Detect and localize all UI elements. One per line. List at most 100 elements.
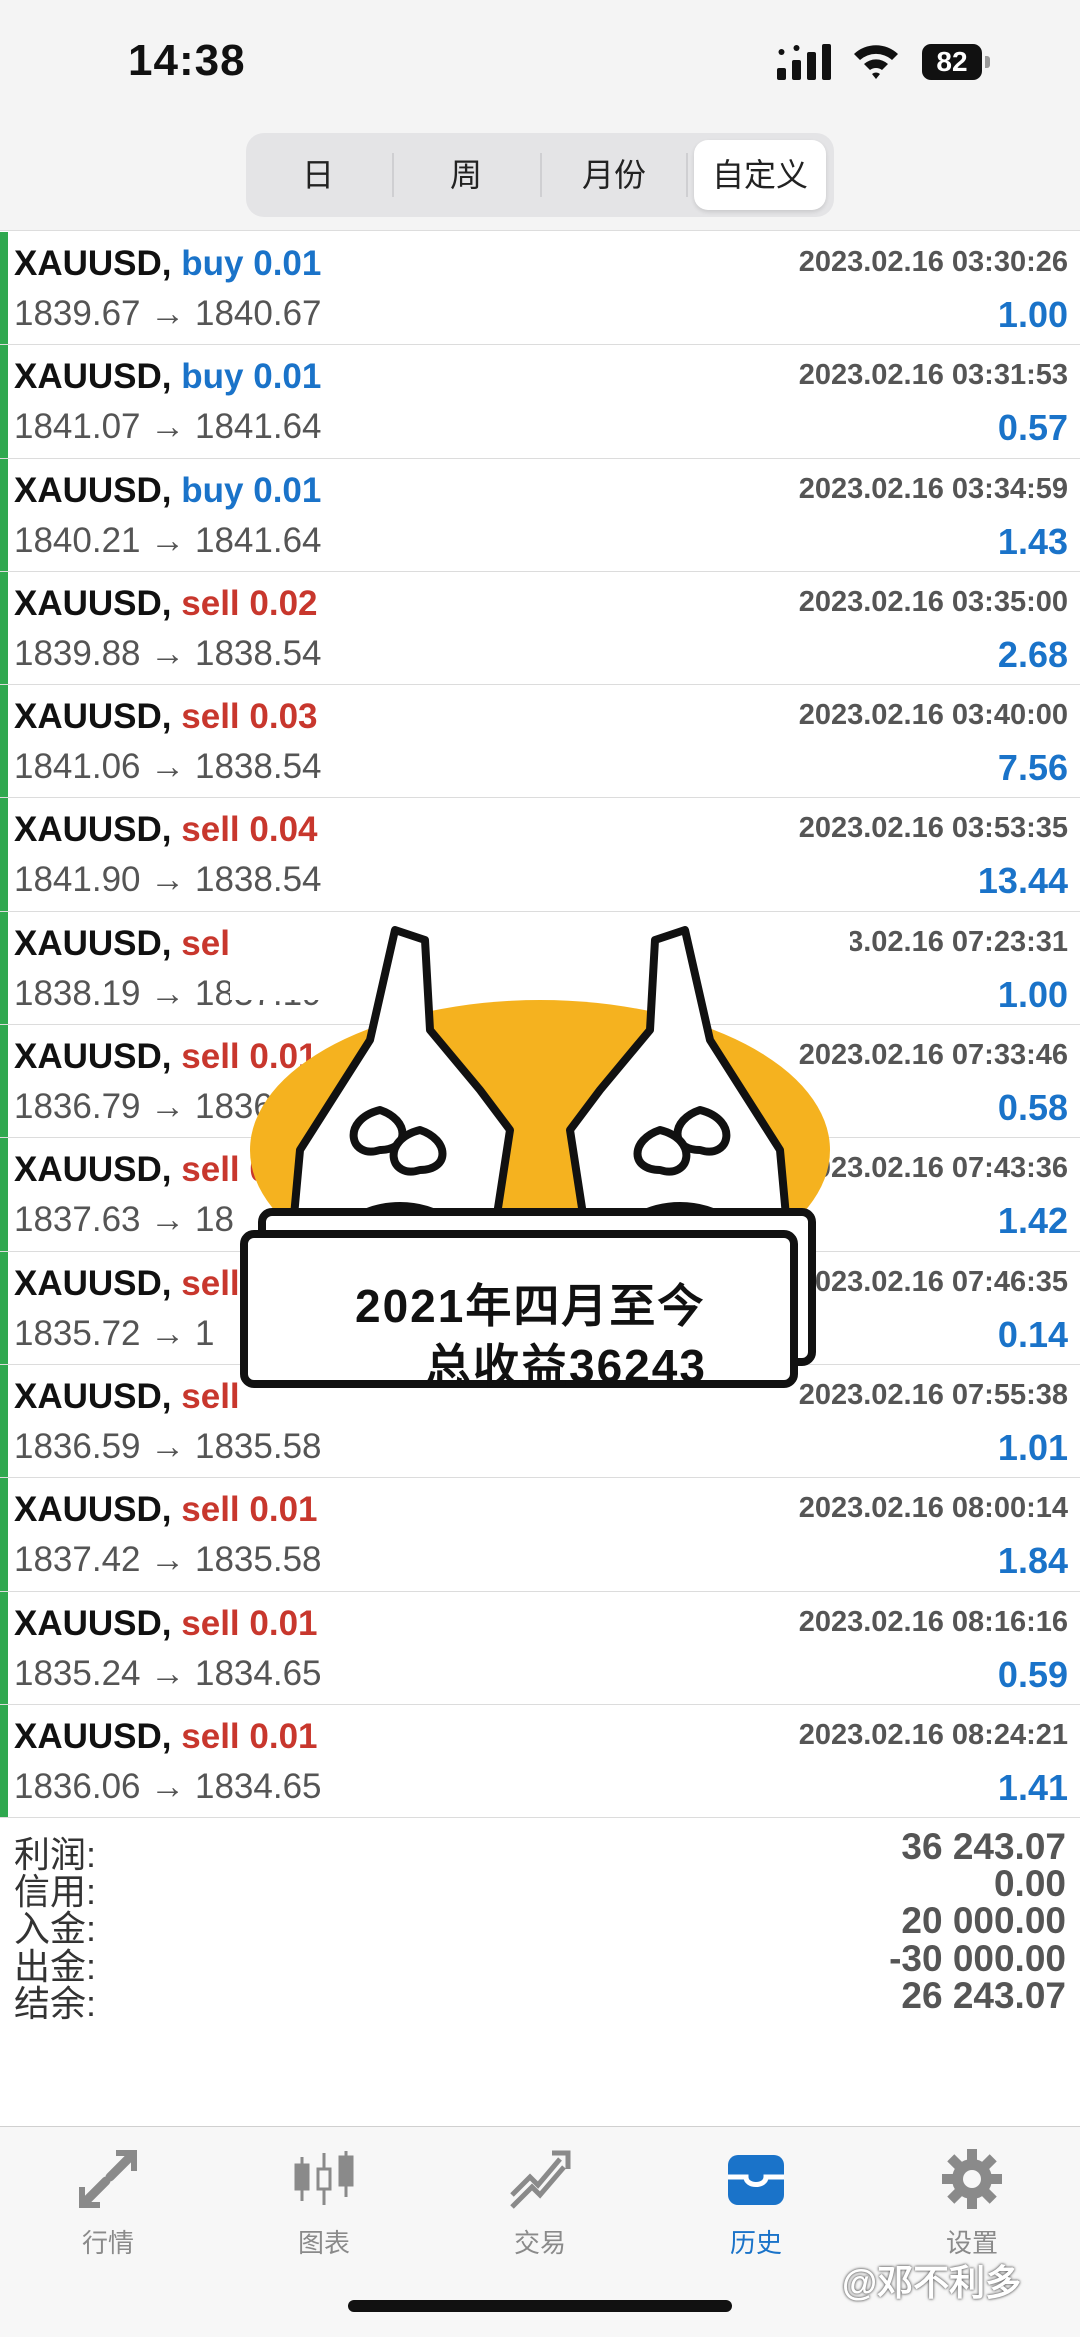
trade-profit: 13.44 — [977, 860, 1068, 902]
tab-settings[interactable]: 设置 — [892, 2147, 1052, 2258]
status-time: 14:38 — [128, 36, 246, 85]
trade-symbol: XAUUSD, — [14, 357, 172, 397]
trade-symbol: XAUUSD, — [14, 244, 172, 283]
trade-profit: 1.43 — [997, 520, 1068, 562]
trade-open-price: 1841.06 — [14, 747, 141, 787]
trade-row[interactable]: XAUUSD, buy 0.01 2023.02.16 03:31:53 1841.… — [0, 345, 1080, 459]
tab-charts-label: 图表 — [297, 2228, 350, 2258]
segment-week[interactable]: 周 — [406, 140, 526, 210]
trade-symbol: XAUUSD, — [14, 923, 172, 963]
trade-row-indicator — [0, 345, 8, 458]
history-inbox-icon — [728, 2155, 784, 2205]
summary-value: -30 000.00 — [889, 1937, 1066, 1979]
trade-open-price: 1839.88 — [14, 633, 141, 673]
sticker-caption-line1: 2021年四月至今 — [355, 1280, 706, 1332]
trade-open-price: 1841.07 — [14, 407, 141, 447]
trade-row-indicator — [0, 911, 8, 1025]
trade-prices: 1836.06 → 1834.65 — [14, 1767, 322, 1807]
trade-prices: 1837.42 → 1835.58 — [14, 1540, 322, 1580]
trade-symbol: XAUUSD, — [14, 1037, 172, 1077]
candlestick-chart-icon — [294, 2151, 354, 2205]
trade-datetime: 2023.02.16 03:30:26 — [798, 246, 1068, 278]
trade-profit: 1.00 — [997, 294, 1068, 335]
trade-datetime: 2023.02.16 03:34:59 — [798, 472, 1068, 505]
trade-symbol-line: XAUUSD, buy 0.01 — [14, 357, 321, 397]
trade-profit: 0.14 — [997, 1313, 1068, 1355]
tab-history[interactable]: 历史 — [676, 2147, 836, 2258]
trade-row-indicator — [0, 1364, 8, 1478]
trade-close-price: 1834.65 — [195, 1653, 322, 1693]
tab-charts[interactable]: 图表 — [244, 2147, 404, 2258]
trade-datetime: 2023.02.16 03:31:53 — [798, 359, 1068, 392]
trade-profit: 1.01 — [997, 1426, 1068, 1468]
trade-datetime: 2023.02.16 08:00:14 — [798, 1492, 1068, 1525]
trade-row-indicator — [0, 685, 8, 798]
segment-divider — [540, 153, 542, 197]
cellular-signal-icon — [777, 44, 831, 80]
trade-symbol-line: XAUUSD, sell 0.01 — [14, 1717, 318, 1757]
trade-row-indicator — [0, 232, 8, 345]
trade-close-price: 1841.64 — [195, 520, 322, 560]
trade-row[interactable]: XAUUSD, sell 0.04 2023.02.16 03:53:35 1841… — [0, 798, 1080, 912]
period-segmented-control: 日 周 月份 自定义 — [246, 133, 834, 217]
trade-row[interactable]: XAUUSD, sell 0.01 2023.02.16 08:00:14 1837… — [0, 1478, 1080, 1592]
trade-volume: 0.01 — [249, 1716, 318, 1756]
trade-symbol-line: XAUUSD, sell 0.02 — [14, 584, 318, 624]
tab-quotes[interactable]: 行情 — [28, 2147, 188, 2258]
trade-profit: 0.58 — [997, 1087, 1068, 1129]
battery-indicator: 82 — [922, 44, 992, 80]
trade-open-price: 1839.67 — [14, 294, 141, 333]
trade-row[interactable]: XAUUSD, sell 0.01 2023.02.16 08:24:21 1836… — [0, 1704, 1080, 1819]
arrow-icon: → — [150, 1766, 186, 1806]
trade-open-price: 1835.24 — [14, 1653, 141, 1693]
trade-direction: buy — [181, 357, 244, 397]
trade-symbol-line: XAUUSD, buy 0.01 — [14, 244, 321, 284]
trade-prices: 1839.67 → 1840.67 — [14, 294, 322, 334]
home-indicator[interactable] — [348, 2300, 732, 2312]
trade-close-price: 1835.58 — [195, 1540, 322, 1580]
summary-value: 26 243.07 — [901, 1974, 1066, 2016]
tab-trade-label: 交易 — [513, 2228, 566, 2258]
summary-value: 20 000.00 — [901, 1900, 1066, 1942]
trade-symbol-line: XAUUSD, buy 0.01 — [14, 471, 321, 511]
trade-profit: 0.59 — [997, 1653, 1068, 1695]
segment-custom[interactable]: 自定义 — [694, 140, 826, 210]
arrow-icon: → — [150, 1426, 186, 1466]
trade-volume: 0.04 — [249, 810, 318, 850]
trade-row-indicator — [0, 798, 8, 911]
trade-open-price: 1840.21 — [14, 520, 141, 560]
trade-row[interactable]: XAUUSD, sell 0.03 2023.02.16 03:40:00 1841… — [0, 685, 1080, 799]
trade-volume: 0.03 — [249, 697, 318, 737]
trade-row[interactable]: XAUUSD, sell 0.01 2023.02.16 08:16:16 1835… — [0, 1591, 1080, 1705]
arrow-icon: → — [150, 1653, 186, 1693]
trade-prices: 1835.24 → 1834.65 — [14, 1654, 322, 1694]
trade-volume: 0.01 — [249, 1490, 318, 1530]
trade-direction: buy — [181, 244, 244, 283]
trade-close-price: 1 — [195, 1313, 215, 1353]
trade-symbol: XAUUSD, — [14, 583, 172, 623]
trade-direction: sell — [181, 1716, 240, 1756]
trade-row[interactable]: XAUUSD, sell 0.02 2023.02.16 03:35:00 1839… — [0, 571, 1080, 686]
trade-prices: 1836.59 → 1835.58 — [14, 1427, 322, 1467]
trade-datetime: 2023.02.16 03:53:35 — [798, 812, 1068, 845]
battery-tip — [985, 56, 990, 68]
trade-close-price: 1835.58 — [195, 1426, 322, 1466]
trade-row[interactable]: XAUUSD, buy 0.01 2023.02.16 03:30:26 1839.… — [0, 232, 1080, 346]
trade-direction: sell — [181, 810, 240, 850]
trade-datetime: 2023.02.16 03:35:00 — [798, 585, 1068, 618]
trade-direction: sell — [181, 1490, 240, 1530]
trade-symbol-line: XAUUSD, sell — [14, 1264, 240, 1304]
arrow-icon: → — [150, 1313, 186, 1353]
arrow-icon: → — [150, 747, 186, 787]
trade-close-price: 18 — [195, 1200, 234, 1240]
segment-day[interactable]: 日 — [258, 140, 378, 210]
trade-symbol-line: XAUUSD, sell 0.04 — [14, 810, 318, 850]
gear-icon — [942, 2149, 1002, 2209]
trade-row[interactable]: XAUUSD, buy 0.01 2023.02.16 03:34:59 1840.… — [0, 458, 1080, 572]
trade-prices: 1841.06 → 1838.54 — [14, 747, 322, 787]
arrow-icon: → — [150, 294, 186, 333]
segment-month[interactable]: 月份 — [554, 140, 674, 210]
tab-trade[interactable]: 交易 — [460, 2147, 620, 2258]
trade-row-indicator — [0, 1025, 8, 1138]
arrow-icon: → — [150, 860, 186, 900]
